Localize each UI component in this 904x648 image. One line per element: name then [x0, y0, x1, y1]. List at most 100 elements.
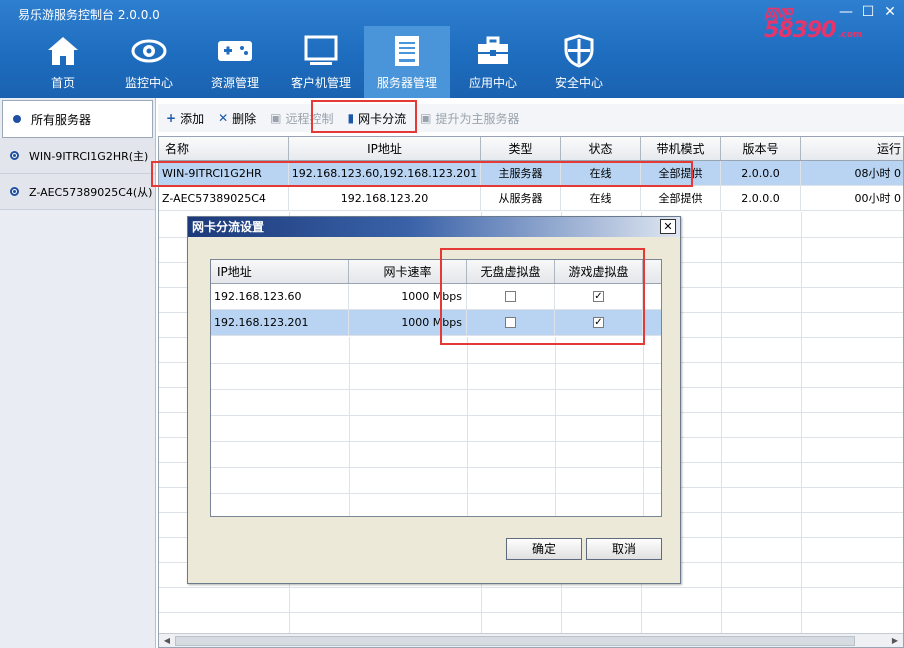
nav-label: 应用中心 — [468, 76, 517, 90]
cell-version: 2.0.0.0 — [721, 186, 801, 210]
column-header[interactable]: 无盘虚拟盘 — [467, 260, 555, 283]
nic-table-header: IP地址 网卡速率 无盘虚拟盘 游戏虚拟盘 — [211, 260, 661, 284]
cell-ip: 192.168.123.60 — [211, 284, 349, 309]
shield-icon — [561, 34, 597, 68]
cell-mode: 全部提供 — [641, 186, 721, 210]
nav-label: 安全中心 — [554, 76, 603, 90]
nav-client-management[interactable]: 客户机管理 — [278, 26, 364, 98]
column-header[interactable]: 网卡速率 — [349, 260, 467, 283]
nic-row[interactable]: 192.168.123.201 1000 Mbps ✓ — [211, 310, 661, 336]
delete-button[interactable]: ✕ 删除 — [218, 110, 256, 127]
cell-name: WIN-9ITRCI1G2HR — [159, 161, 289, 185]
table-header: 名称 IP地址 类型 状态 带机模式 版本号 运行 — [159, 137, 903, 161]
column-header[interactable]: 名称 — [159, 137, 289, 160]
nic-icon: ▮ — [347, 111, 355, 125]
nav-monitor-center[interactable]: 监控中心 — [106, 26, 192, 98]
remote-control-button[interactable]: ▣ 远程控制 — [270, 110, 333, 127]
cell-game: ✓ — [555, 310, 643, 335]
diskless-checkbox[interactable] — [505, 291, 516, 302]
column-header[interactable]: 游戏虚拟盘 — [555, 260, 643, 283]
bullet-icon — [13, 115, 21, 123]
maximize-button[interactable]: ☐ — [860, 4, 876, 20]
nic-split-button[interactable]: ▮ 网卡分流 — [348, 110, 407, 127]
scrollbar-thumb[interactable] — [175, 636, 855, 646]
tree-item-label: 所有服务器 — [31, 112, 92, 127]
bullet-icon — [10, 151, 19, 160]
table-row[interactable]: WIN-9ITRCI1G2HR 192.168.123.60,192.168.1… — [159, 161, 903, 186]
table-row[interactable]: Z-AEC57389025C4 192.168.123.20 从服务器 在线 全… — [159, 186, 903, 211]
remote-icon: ▣ — [270, 111, 282, 125]
grid-line — [721, 212, 722, 647]
nav-security-center[interactable]: 安全中心 — [536, 26, 622, 98]
promote-icon: ▣ — [420, 111, 432, 125]
promote-master-button[interactable]: ▣ 提升为主服务器 — [420, 110, 519, 127]
game-disk-checkbox[interactable]: ✓ — [593, 291, 604, 302]
column-header[interactable]: 运行 — [801, 137, 903, 160]
nav-home[interactable]: 首页 — [20, 26, 106, 98]
monitor-icon — [303, 34, 339, 68]
nav-label: 客户机管理 — [290, 76, 351, 90]
dialog-titlebar: 网卡分流设置 ✕ — [188, 217, 680, 237]
cell-game: ✓ — [555, 284, 643, 309]
server-document-icon — [389, 34, 425, 68]
plus-icon: + — [166, 111, 177, 125]
nic-row[interactable]: 192.168.123.60 1000 Mbps ✓ — [211, 284, 661, 310]
column-header[interactable]: 带机模式 — [641, 137, 721, 160]
nav-label: 资源管理 — [210, 76, 259, 90]
nic-split-dialog: 网卡分流设置 ✕ IP地址 网卡速率 无盘虚拟盘 游戏虚拟盘 192.168.1… — [187, 216, 681, 584]
nav-label: 服务器管理 — [376, 76, 437, 90]
nav-label: 首页 — [50, 76, 75, 90]
cancel-button[interactable]: 取消 — [586, 538, 662, 560]
app-title: 易乐游服务控制台 2.0.0.0 — [18, 8, 160, 22]
nav-label: 监控中心 — [124, 76, 173, 90]
cell-uptime: 08小时 0 — [854, 167, 902, 180]
cell-diskless — [467, 310, 555, 335]
tree-item-label: Z-AEC57389025C4(从) — [29, 185, 153, 199]
app-header: 易乐游服务控制台 2.0.0.0 网吧 58390 .com — ☐ ✕ 首页 … — [0, 0, 904, 98]
cell-type: 从服务器 — [481, 186, 561, 210]
column-header[interactable]: IP地址 — [289, 137, 481, 160]
grid-line — [211, 363, 661, 364]
delete-label: 删除 — [232, 111, 257, 126]
minimize-button[interactable]: — — [838, 4, 854, 20]
column-header[interactable]: IP地址 — [211, 260, 349, 283]
tree-item-server[interactable]: Z-AEC57389025C4(从) — [0, 174, 155, 210]
main-nav: 首页 监控中心 资源管理 客户机管理 服务器管理 应用中心 安全中心 — [20, 26, 622, 98]
server-tree-sidebar: 所有服务器 WIN-9ITRCI1G2HR(主) Z-AEC57389025C4… — [0, 98, 156, 648]
home-icon — [45, 34, 81, 68]
close-button[interactable]: ✕ — [882, 4, 898, 20]
nic-table: IP地址 网卡速率 无盘虚拟盘 游戏虚拟盘 192.168.123.60 100… — [210, 259, 662, 517]
nav-resource-management[interactable]: 资源管理 — [192, 26, 278, 98]
grid-line — [801, 212, 802, 647]
delete-x-icon: ✕ — [218, 111, 229, 125]
tree-item-server[interactable]: WIN-9ITRCI1G2HR(主) — [0, 138, 155, 174]
eye-icon — [131, 34, 167, 68]
scroll-left-icon[interactable]: ◀ — [160, 634, 174, 647]
diskless-checkbox[interactable] — [505, 317, 516, 328]
tree-item-label: WIN-9ITRCI1G2HR(主) — [29, 149, 149, 163]
bullet-icon — [10, 187, 19, 196]
cell-ip: 192.168.123.201 — [211, 310, 349, 335]
tree-item-all-servers[interactable]: 所有服务器 — [2, 100, 153, 138]
cell-uptime: 00小时 0 — [854, 192, 902, 205]
cell-speed: 1000 Mbps — [349, 284, 467, 309]
ok-button[interactable]: 确定 — [506, 538, 582, 560]
scroll-right-icon[interactable]: ▶ — [888, 634, 902, 647]
dialog-close-button[interactable]: ✕ — [660, 219, 676, 234]
grid-line — [211, 467, 661, 468]
nav-server-management[interactable]: 服务器管理 — [364, 26, 450, 98]
cell-ip: 192.168.123.60,192.168.123.201 — [289, 161, 481, 185]
column-header[interactable]: 类型 — [481, 137, 561, 160]
cell-mode: 全部提供 — [641, 161, 721, 185]
cell-speed: 1000 Mbps — [349, 310, 467, 335]
cell-name: Z-AEC57389025C4 — [159, 186, 289, 210]
column-header[interactable]: 状态 — [561, 137, 641, 160]
column-header[interactable]: 版本号 — [721, 137, 801, 160]
game-disk-checkbox[interactable]: ✓ — [593, 317, 604, 328]
cell-version: 2.0.0.0 — [721, 161, 801, 185]
add-button[interactable]: + 添加 — [166, 110, 204, 127]
window-controls: — ☐ ✕ — [838, 4, 898, 20]
grid-line — [159, 587, 903, 588]
horizontal-scrollbar[interactable]: ◀ ▶ — [159, 633, 903, 647]
nav-app-center[interactable]: 应用中心 — [450, 26, 536, 98]
